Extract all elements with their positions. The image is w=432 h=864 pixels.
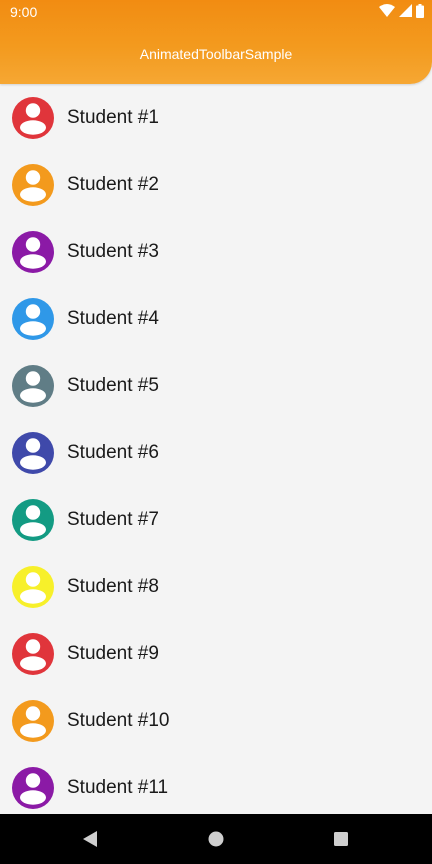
recents-icon[interactable]	[326, 824, 356, 854]
list-item[interactable]: Student #4	[0, 286, 432, 353]
student-name: Student #3	[67, 241, 159, 262]
avatar-icon	[12, 700, 54, 742]
toolbar-title: AnimatedToolbarSample	[139, 46, 293, 62]
list-item[interactable]: Student #2	[0, 152, 432, 219]
avatar-icon	[12, 633, 54, 675]
list-item[interactable]: Student #1	[0, 85, 432, 152]
list-item[interactable]: Student #3	[0, 219, 432, 286]
home-icon[interactable]	[201, 824, 231, 854]
avatar-icon	[12, 298, 54, 340]
student-name: Student #1	[67, 107, 159, 128]
avatar-icon	[12, 767, 54, 809]
list-item[interactable]: Student #6	[0, 420, 432, 487]
list-item[interactable]: Student #8	[0, 554, 432, 621]
battery-icon	[416, 3, 424, 23]
navigation-bar	[0, 814, 432, 864]
student-list[interactable]: Student #1 Student #2 Student #3 Student #4…	[0, 84, 432, 814]
avatar-icon	[12, 566, 54, 608]
avatar-icon	[12, 499, 54, 541]
wifi-icon	[379, 4, 395, 22]
student-name: Student #10	[67, 710, 170, 731]
status-icons	[379, 3, 424, 23]
student-name: Student #7	[67, 509, 159, 530]
signal-icon	[399, 4, 412, 22]
avatar-icon	[12, 164, 54, 206]
back-icon[interactable]	[75, 824, 105, 854]
student-name: Student #9	[67, 643, 159, 664]
avatar-icon	[12, 97, 54, 139]
student-name: Student #2	[67, 174, 159, 195]
student-name: Student #8	[67, 576, 159, 597]
list-item[interactable]: Student #5	[0, 353, 432, 420]
avatar-icon	[12, 432, 54, 474]
status-time: 9:00	[10, 4, 38, 20]
list-item[interactable]: Student #9	[0, 621, 432, 688]
student-name: Student #11	[67, 777, 169, 798]
list-item[interactable]: Student #7	[0, 487, 432, 554]
avatar-icon	[12, 231, 54, 273]
list-item[interactable]: Student #11	[0, 755, 432, 814]
avatar-icon	[12, 365, 54, 407]
student-name: Student #4	[67, 308, 159, 329]
status-bar: 9:00	[0, 0, 432, 26]
app-toolbar: 9:00 AnimatedToolbarSample	[0, 0, 432, 84]
student-name: Student #6	[67, 442, 159, 463]
list-item[interactable]: Student #10	[0, 688, 432, 755]
student-name: Student #5	[67, 375, 159, 396]
